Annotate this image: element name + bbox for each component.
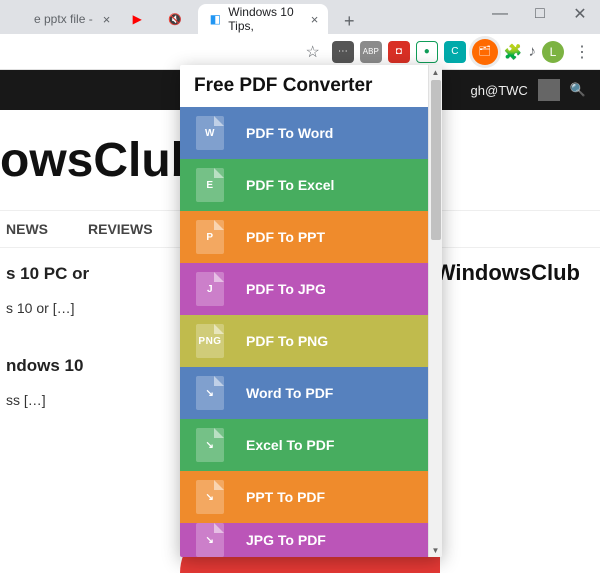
- user-label: gh@TWC: [471, 83, 528, 98]
- conv-row-jpg-to-pdf[interactable]: ↘ JPG To PDF: [180, 523, 428, 557]
- conv-row-pdf-to-ppt[interactable]: P PDF To PPT: [180, 211, 428, 263]
- extensions-puzzle-icon[interactable]: 🧩: [504, 43, 523, 61]
- file-type-icon: ↘: [196, 523, 224, 557]
- file-type-icon: W: [196, 116, 224, 150]
- conv-row-label: PDF To PNG: [246, 333, 328, 349]
- extension-btn-pdf-converter[interactable]: 🗂: [472, 39, 498, 65]
- pdf-converter-icon: 🗂: [478, 46, 491, 57]
- new-tab-button[interactable]: +: [336, 8, 362, 34]
- minimize-icon: —: [492, 5, 508, 23]
- ellipsis-icon: ⋯: [338, 46, 348, 57]
- plus-icon: +: [344, 11, 355, 32]
- extension-btn-3[interactable]: ◘: [388, 41, 410, 63]
- blank-favicon-icon: [14, 12, 28, 26]
- abp-icon: ABP: [363, 47, 379, 56]
- tab-muted[interactable]: 🔇: [160, 4, 196, 34]
- red-ext-icon: ◘: [396, 46, 402, 57]
- close-icon[interactable]: ×: [311, 12, 319, 27]
- file-type-icon: ↘: [196, 428, 224, 462]
- youtube-icon: ▶: [130, 12, 144, 26]
- extension-btn-5[interactable]: C: [444, 41, 466, 63]
- file-type-icon: ↘: [196, 480, 224, 514]
- teal-c-icon: C: [451, 46, 458, 57]
- minimize-button[interactable]: —: [480, 0, 520, 28]
- scrollbar-thumb[interactable]: [431, 80, 441, 240]
- tab-youtube[interactable]: ▶: [122, 4, 158, 34]
- tab-windows10tips[interactable]: ◧ Windows 10 Tips, ×: [198, 4, 328, 34]
- maximize-icon: □: [535, 5, 545, 23]
- scroll-up-icon[interactable]: ▲: [429, 65, 443, 79]
- file-type-icon: ↘: [196, 376, 224, 410]
- extension-btn-abp[interactable]: ABP: [360, 41, 382, 63]
- file-type-icon: E: [196, 168, 224, 202]
- conv-row-label: PDF To Word: [246, 125, 333, 141]
- profile-initial: L: [550, 45, 557, 59]
- conv-row-label: PDF To PPT: [246, 229, 325, 245]
- extension-btn-4[interactable]: ●: [416, 41, 438, 63]
- file-type-icon: J: [196, 272, 224, 306]
- conv-row-label: Excel To PDF: [246, 437, 334, 453]
- media-control-icon[interactable]: ♪: [529, 43, 537, 60]
- maximize-button[interactable]: □: [520, 0, 560, 28]
- conv-row-excel-to-pdf[interactable]: ↘ Excel To PDF: [180, 419, 428, 471]
- conv-row-label: PDF To Excel: [246, 177, 334, 193]
- chrome-menu-button[interactable]: ⋮: [570, 42, 594, 62]
- conv-row-pdf-to-jpg[interactable]: J PDF To JPG: [180, 263, 428, 315]
- tab-label: e pptx file -: [34, 12, 93, 26]
- muted-icon: 🔇: [168, 13, 182, 26]
- conv-row-pdf-to-png[interactable]: PNG PDF To PNG: [180, 315, 428, 367]
- conv-row-ppt-to-pdf[interactable]: ↘ PPT To PDF: [180, 471, 428, 523]
- nav-news[interactable]: NEWS: [6, 221, 48, 237]
- conv-row-label: PDF To JPG: [246, 281, 326, 297]
- browser-tab-strip: e pptx file - × ▶ 🔇 ◧ Windows 10 Tips, ×…: [0, 0, 600, 34]
- bookmark-star-icon[interactable]: ☆: [299, 42, 325, 62]
- extension-btn-1[interactable]: ⋯: [332, 41, 354, 63]
- conv-row-pdf-to-excel[interactable]: E PDF To Excel: [180, 159, 428, 211]
- conv-row-label: JPG To PDF: [246, 532, 326, 548]
- tab-1[interactable]: e pptx file - ×: [4, 4, 120, 34]
- conv-row-label: Word To PDF: [246, 385, 333, 401]
- close-window-button[interactable]: ✕: [560, 0, 600, 28]
- extensions-row: ⋯ ABP ◘ ● C 🗂 🧩 ♪ L ⋮: [332, 39, 594, 65]
- close-icon: ✕: [573, 4, 586, 24]
- search-icon[interactable]: 🔍: [570, 82, 586, 98]
- profile-avatar[interactable]: L: [542, 41, 564, 63]
- file-type-icon: P: [196, 220, 224, 254]
- green-dot-icon: ●: [424, 46, 430, 57]
- pdf-converter-popup: Free PDF Converter W PDF To Word E PDF To E…: [180, 65, 442, 557]
- file-type-icon: PNG: [196, 324, 224, 358]
- close-icon[interactable]: ×: [103, 12, 111, 27]
- conv-row-label: PPT To PDF: [246, 489, 325, 505]
- nav-reviews[interactable]: REVIEWS: [88, 221, 153, 237]
- popup-scrollbar[interactable]: ▲ ▼: [428, 65, 442, 557]
- conv-row-pdf-to-word[interactable]: W PDF To Word: [180, 107, 428, 159]
- avatar-icon: [538, 79, 560, 101]
- conv-row-word-to-pdf[interactable]: ↘ Word To PDF: [180, 367, 428, 419]
- tab-label: Windows 10 Tips,: [228, 5, 300, 33]
- popup-title: Free PDF Converter: [180, 65, 428, 107]
- windowsclub-favicon-icon: ◧: [208, 12, 222, 26]
- window-controls: — □ ✕: [480, 0, 600, 28]
- scroll-down-icon[interactable]: ▼: [429, 543, 443, 557]
